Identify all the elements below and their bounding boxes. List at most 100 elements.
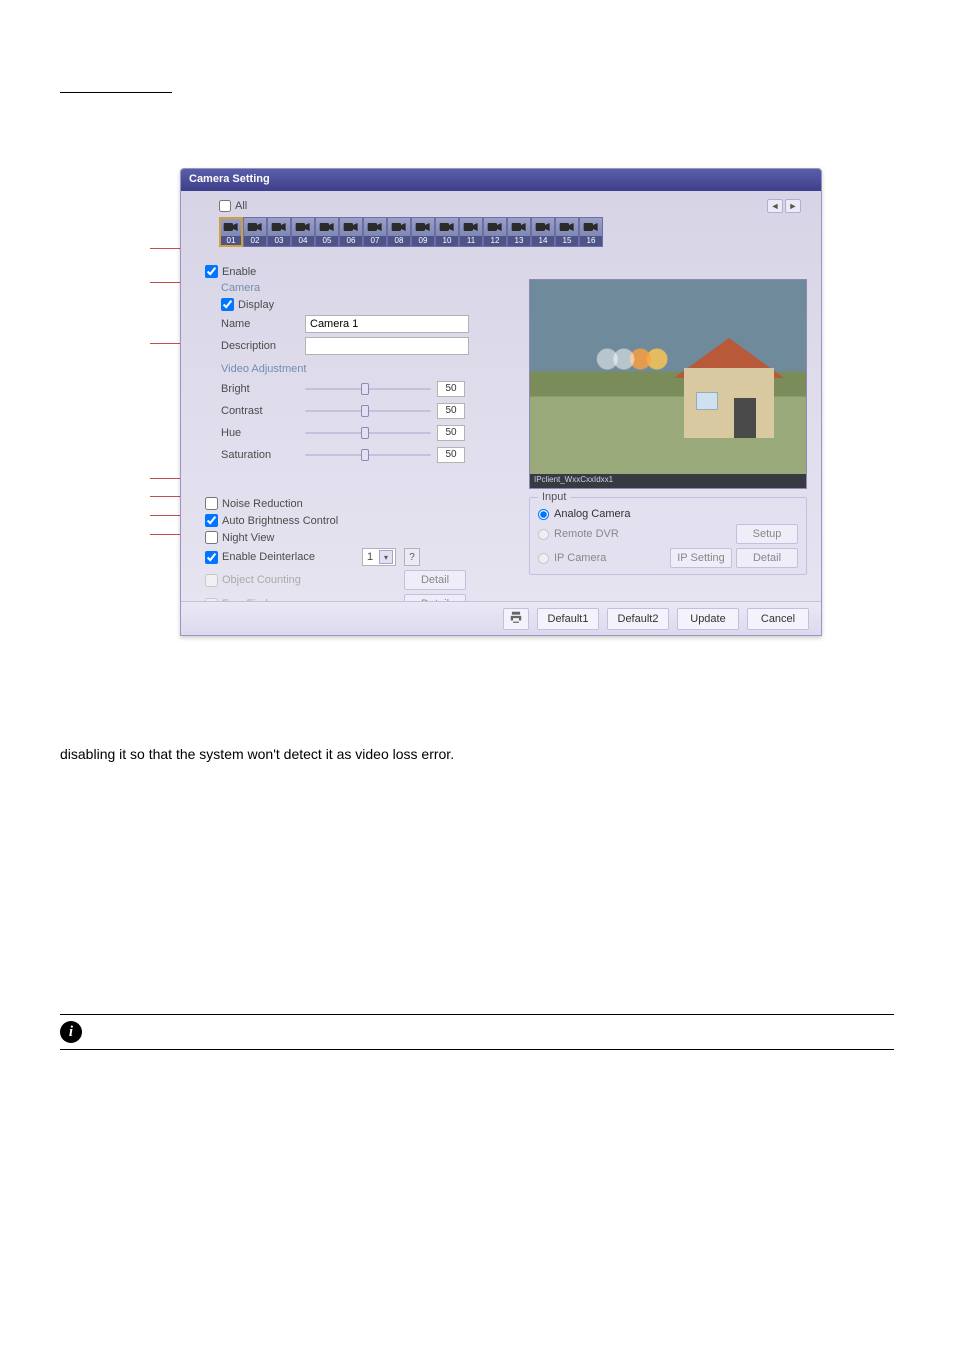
camera-icon (532, 218, 554, 236)
camera-tab-08[interactable]: 08 (387, 217, 411, 247)
bright-slider[interactable] (305, 383, 431, 395)
display-checkbox[interactable] (221, 298, 234, 311)
night-view-label: Night View (222, 532, 274, 544)
camera-icon (436, 218, 458, 236)
info-icon: i (60, 1021, 82, 1043)
camera-icon (412, 218, 434, 236)
default1-button[interactable]: Default1 (537, 608, 599, 630)
camera-tab-07[interactable]: 07 (363, 217, 387, 247)
contrast-slider[interactable] (305, 405, 431, 417)
dialog-footer: Default1 Default2 Update Cancel (181, 601, 821, 635)
camera-tab-number: 16 (580, 236, 602, 246)
camera-icon (244, 218, 266, 236)
camera-tab-13[interactable]: 13 (507, 217, 531, 247)
camera-tab-number: 15 (556, 236, 578, 246)
camera-strip-next-button[interactable]: ► (785, 199, 801, 213)
camera-tab-04[interactable]: 04 (291, 217, 315, 247)
remote-dvr-radio[interactable]: Remote DVR (538, 528, 619, 540)
ip-setting-button[interactable]: IP Setting (670, 548, 732, 568)
camera-tab-15[interactable]: 15 (555, 217, 579, 247)
bright-label: Bright (221, 383, 305, 395)
remote-dvr-setup-button[interactable]: Setup (736, 524, 798, 544)
camera-tab-number: 01 (220, 236, 242, 246)
hue-label: Hue (221, 427, 305, 439)
camera-tab-05[interactable]: 05 (315, 217, 339, 247)
camera-tab-number: 11 (460, 236, 482, 246)
help-icon: ? (409, 552, 415, 563)
camera-tab-02[interactable]: 02 (243, 217, 267, 247)
cancel-button[interactable]: Cancel (747, 608, 809, 630)
camera-tab-number: 09 (412, 236, 434, 246)
enable-deinterlace-label: Enable Deinterlace (222, 551, 352, 563)
header-rule (60, 92, 172, 93)
camera-tab-10[interactable]: 10 (435, 217, 459, 247)
info-bar: i (60, 1014, 894, 1050)
camera-tab-number: 05 (316, 236, 338, 246)
input-group-legend: Input (538, 491, 570, 503)
deinterlace-select[interactable]: 1 ▾ (362, 548, 396, 566)
saturation-slider[interactable] (305, 449, 431, 461)
preview-house-graphic (674, 338, 784, 448)
deinterlace-value: 1 (367, 551, 373, 563)
contrast-value: 50 (437, 403, 465, 419)
camera-icon (316, 218, 338, 236)
all-checkbox-input[interactable] (219, 200, 231, 212)
hue-slider[interactable] (305, 427, 431, 439)
remote-dvr-radio-input (538, 529, 549, 540)
night-view-checkbox[interactable] (205, 531, 218, 544)
chevron-right-icon: ► (789, 201, 798, 211)
object-counting-label: Object Counting (222, 574, 352, 586)
camera-tab-06[interactable]: 06 (339, 217, 363, 247)
all-checkbox-label: All (235, 200, 247, 212)
camera-setting-dialog: Camera Setting All ◄ ► 01020304050607080… (180, 168, 822, 636)
analog-camera-radio-input[interactable] (538, 509, 549, 520)
camera-tab-number: 03 (268, 236, 290, 246)
camera-tab-16[interactable]: 16 (579, 217, 603, 247)
enable-label: Enable (222, 266, 256, 278)
analog-camera-label: Analog Camera (554, 508, 630, 520)
all-checkbox[interactable]: All (219, 200, 247, 212)
chevron-down-icon: ▾ (379, 550, 393, 564)
camera-tab-number: 12 (484, 236, 506, 246)
camera-strip-prev-button[interactable]: ◄ (767, 199, 783, 213)
name-input[interactable] (305, 315, 469, 333)
camera-tab-03[interactable]: 03 (267, 217, 291, 247)
description-label: Description (221, 340, 305, 352)
saturation-value: 50 (437, 447, 465, 463)
camera-icon (364, 218, 386, 236)
camera-tab-number: 02 (244, 236, 266, 246)
printer-icon (509, 610, 523, 627)
camera-icon (460, 218, 482, 236)
noise-reduction-checkbox[interactable] (205, 497, 218, 510)
ip-camera-detail-button[interactable]: Detail (736, 548, 798, 568)
camera-tab-09[interactable]: 09 (411, 217, 435, 247)
dialog-titlebar: Camera Setting (181, 169, 821, 191)
contrast-label: Contrast (221, 405, 305, 417)
camera-tab-number: 08 (388, 236, 410, 246)
update-button[interactable]: Update (677, 608, 739, 630)
analog-camera-radio[interactable]: Analog Camera (538, 508, 630, 520)
ip-camera-radio[interactable]: IP Camera (538, 552, 606, 564)
description-input[interactable] (305, 337, 469, 355)
deinterlace-help-button[interactable]: ? (404, 548, 420, 566)
camera-preview: IPclient_WxxCxxIdxx1 (529, 279, 807, 489)
camera-tab-number: 06 (340, 236, 362, 246)
object-counting-checkbox (205, 574, 218, 587)
enable-checkbox[interactable] (205, 265, 218, 278)
camera-icon (292, 218, 314, 236)
auto-brightness-checkbox[interactable] (205, 514, 218, 527)
enable-deinterlace-checkbox[interactable] (205, 551, 218, 564)
camera-tab-11[interactable]: 11 (459, 217, 483, 247)
default2-button[interactable]: Default2 (607, 608, 669, 630)
camera-icon (220, 218, 242, 236)
print-button[interactable] (503, 608, 529, 630)
display-label: Display (238, 299, 274, 311)
camera-tab-12[interactable]: 12 (483, 217, 507, 247)
input-group: Input Analog Camera Remote DVR Setup (529, 497, 807, 575)
camera-tab-01[interactable]: 01 (219, 217, 243, 247)
dialog-title: Camera Setting (189, 173, 270, 185)
camera-tab-number: 10 (436, 236, 458, 246)
camera-tab-14[interactable]: 14 (531, 217, 555, 247)
object-counting-detail-button[interactable]: Detail (404, 570, 466, 590)
noise-reduction-label: Noise Reduction (222, 498, 303, 510)
